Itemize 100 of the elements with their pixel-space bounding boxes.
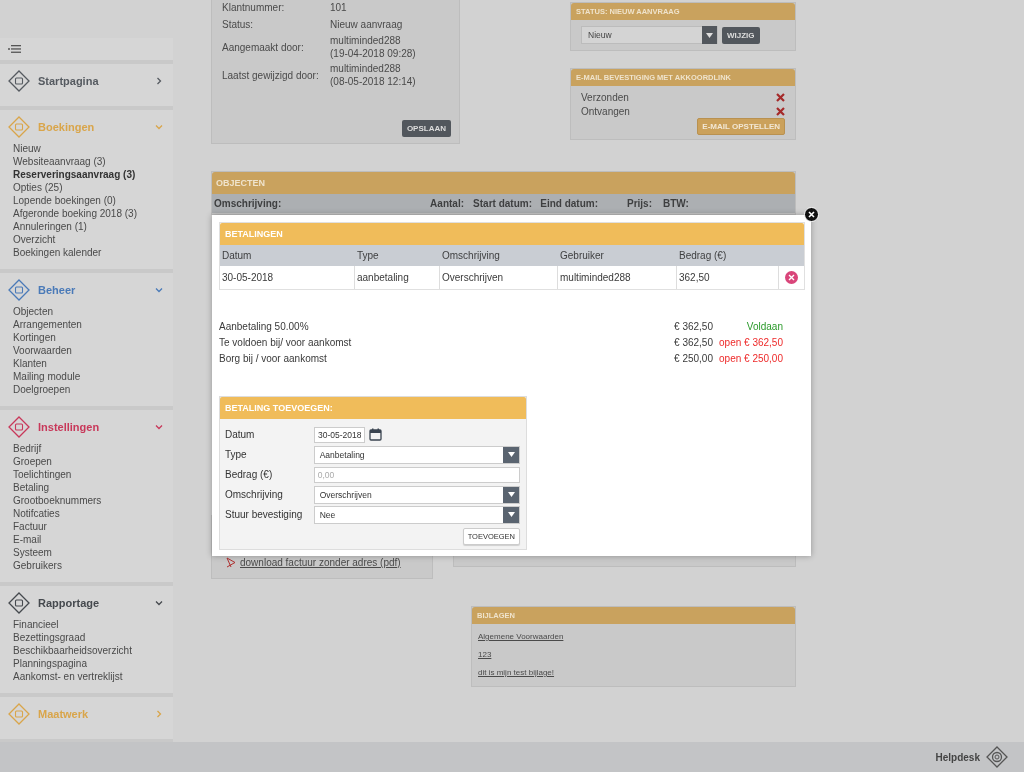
- sidebar-link[interactable]: Financieel: [13, 618, 59, 631]
- panel-header: BETALINGEN: [220, 223, 804, 245]
- sidebar-link[interactable]: Afgeronde boeking 2018 (3): [13, 207, 137, 220]
- summary-label: Aanbetaling 50.00%: [219, 320, 310, 334]
- sidebar-link[interactable]: Grootboeknummers: [13, 494, 102, 507]
- field-label: Aangemaakt door:: [222, 41, 305, 53]
- section-title[interactable]: Rapportage: [38, 597, 147, 609]
- caret-icon: [507, 512, 515, 517]
- sidebar-link[interactable]: Bedrijf: [13, 442, 42, 455]
- sidebar-link[interactable]: Mailing module: [13, 370, 81, 383]
- select-field[interactable]: Overschrijven: [313, 485, 520, 504]
- sidebar-link[interactable]: Toelichtingen: [13, 468, 72, 481]
- caret-icon: [507, 452, 515, 457]
- payment-status: open € 250,00: [718, 352, 783, 366]
- sidebar-link[interactable]: Reserveringsaanvraag (3): [13, 168, 136, 181]
- sidebar-link[interactable]: Beschikbaarheidsoverzicht: [13, 644, 132, 657]
- field-value: multiminded288: [330, 62, 402, 75]
- field-label: Bedrag (€): [225, 469, 274, 480]
- sidebar-link[interactable]: Bezettingsgraad: [13, 631, 86, 644]
- section-title[interactable]: Startpagina: [38, 75, 147, 87]
- column-header: Eind datum:: [539, 198, 598, 209]
- sidebar-link[interactable]: E-mail: [13, 533, 42, 546]
- sidebar-link[interactable]: Voorwaarden: [13, 344, 72, 357]
- payment-status: Voldaan: [745, 320, 783, 334]
- field-label: Type: [225, 449, 248, 460]
- download-link[interactable]: download factuur zonder adres (pdf): [240, 557, 401, 568]
- status-select[interactable]: Nieuw: [581, 26, 718, 44]
- sidebar-link[interactable]: Doelgroepen: [13, 383, 71, 396]
- caret-icon: [706, 32, 713, 38]
- close-icon[interactable]: [804, 207, 819, 222]
- table-cell: Overschrijven: [440, 266, 558, 289]
- delete-icon[interactable]: [785, 271, 798, 284]
- sidebar-link[interactable]: Planningspagina: [13, 657, 87, 670]
- column-header: Bedrag (€): [678, 249, 728, 263]
- sidebar-link[interactable]: Opties (25): [13, 181, 63, 194]
- select-field[interactable]: Nee: [313, 505, 520, 524]
- sidebar-link[interactable]: Gebruikers: [13, 559, 62, 572]
- summary-label: Borg bij / voor aankomst: [219, 352, 328, 366]
- sidebar-link[interactable]: Groepen: [13, 455, 52, 468]
- card-header: OBJECTEN: [212, 172, 795, 194]
- table-cell: 30-05-2018: [220, 266, 355, 289]
- sidebar-link[interactable]: Websiteaanvraag (3): [13, 155, 106, 168]
- field-label: Klantnummer:: [222, 2, 286, 13]
- column-header: Omschrijving:: [214, 198, 283, 209]
- calendar-icon[interactable]: [369, 428, 382, 441]
- field-value: 101: [330, 1, 347, 14]
- status-label: Ontvangen: [581, 105, 630, 117]
- sidebar-link[interactable]: Nieuw: [13, 142, 41, 155]
- field-value: Nieuw aanvraag: [330, 18, 403, 31]
- field-label: Datum: [225, 429, 256, 440]
- field-label: Stuur bevestiging: [225, 509, 304, 520]
- column-header: BTW:: [662, 198, 690, 209]
- payment-status: open € 362,50: [718, 336, 783, 350]
- table-cell: aanbetaling: [355, 266, 440, 289]
- sidebar-link[interactable]: Boekingen kalender: [13, 246, 102, 259]
- field-label: Status:: [222, 19, 255, 30]
- sidebar-link[interactable]: Betaling: [13, 481, 50, 494]
- chevron-down-icon[interactable]: [155, 599, 163, 607]
- sidebar-link[interactable]: Klanten: [13, 357, 47, 370]
- attachment-link[interactable]: Algemene Voorwaarden: [478, 632, 564, 641]
- section-title[interactable]: Instellingen: [38, 421, 147, 433]
- select-field[interactable]: Aanbetaling: [313, 445, 520, 464]
- chevron-down-icon[interactable]: [155, 286, 163, 294]
- sidebar-link[interactable]: Lopende boekingen (0): [13, 194, 116, 207]
- field-value: multiminded288: [330, 34, 402, 47]
- amount-field[interactable]: 0,00: [313, 466, 520, 483]
- sidebar-link[interactable]: Overzicht: [13, 233, 56, 246]
- chevron-right-icon[interactable]: [155, 77, 163, 85]
- column-header: Start datum:: [472, 198, 532, 209]
- helpdesk-link[interactable]: Helpdesk: [935, 751, 980, 763]
- menu-icon[interactable]: [8, 45, 21, 53]
- panel-header: BETALING TOEVOEGEN:: [220, 397, 526, 419]
- sidebar-link[interactable]: Notifcaties: [13, 507, 60, 520]
- summary-amount: € 362,50: [673, 320, 713, 334]
- chevron-down-icon[interactable]: [155, 423, 163, 431]
- column-header: Omschrijving: [441, 249, 501, 263]
- sidebar-link[interactable]: Aankomst- en vertreklijst: [13, 670, 123, 683]
- sidebar-link[interactable]: Systeem: [13, 546, 52, 559]
- table-cell: 362,50: [677, 266, 779, 289]
- save-button[interactable]: OPSLAAN: [401, 120, 451, 137]
- sidebar-link[interactable]: Factuur: [13, 520, 47, 533]
- lifebuoy-icon[interactable]: [986, 746, 1008, 768]
- field-label: Omschrijving: [225, 489, 284, 500]
- attachment-link[interactable]: 123: [478, 650, 492, 659]
- sidebar-link[interactable]: Kortingen: [13, 331, 56, 344]
- summary-label: Te voldoen bij/ voor aankomst: [219, 336, 353, 350]
- attachment-link[interactable]: dit is mijn test bijlage!: [478, 668, 555, 677]
- column-header: Datum: [221, 249, 253, 263]
- change-button[interactable]: WIJZIG: [722, 26, 760, 44]
- date-field[interactable]: 30-05-2018: [314, 426, 365, 443]
- summary-amount: € 362,50: [673, 336, 713, 350]
- summary-amount: € 250,00: [673, 352, 713, 366]
- column-header: Gebruiker: [559, 249, 605, 263]
- field-value: (19-04-2018 09:28): [330, 47, 416, 60]
- sidebar-link[interactable]: Annuleringen (1): [13, 220, 87, 233]
- field-label: Laatst gewijzigd door:: [222, 69, 320, 81]
- sidebar-link[interactable]: Arrangementen: [13, 318, 82, 331]
- column-header: Type: [356, 249, 380, 263]
- column-header: Aantal:: [429, 198, 464, 209]
- sidebar-link[interactable]: Objecten: [13, 305, 54, 318]
